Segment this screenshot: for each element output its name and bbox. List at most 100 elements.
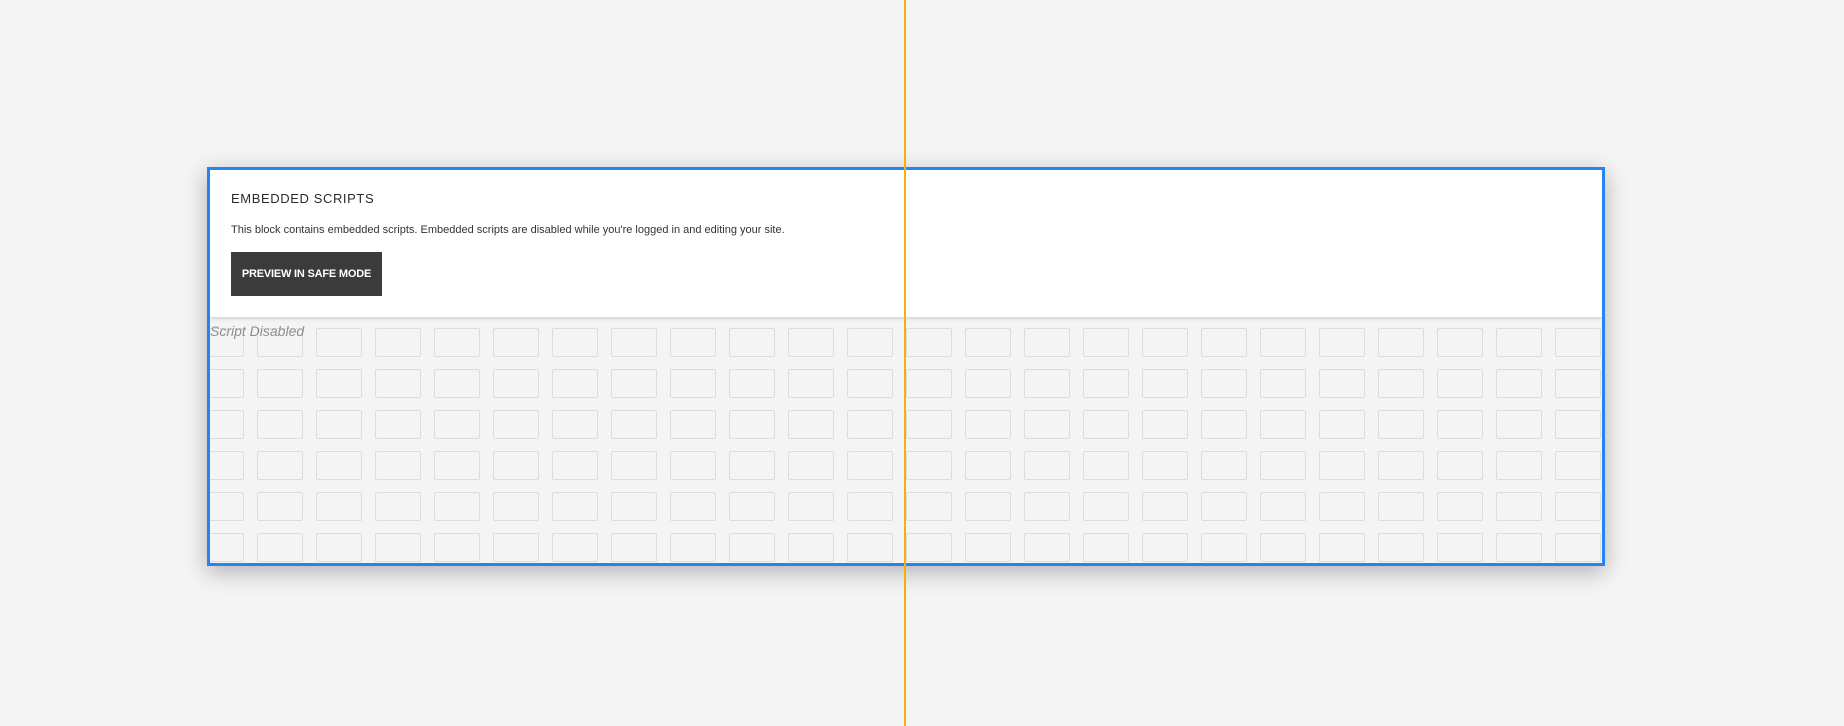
placeholder-tile — [1142, 328, 1188, 357]
placeholder-tile — [316, 328, 362, 357]
placeholder-tile — [1496, 451, 1542, 480]
placeholder-tile — [847, 410, 893, 439]
placeholder-tile — [1378, 451, 1424, 480]
placeholder-tile — [965, 451, 1011, 480]
script-disabled-label: Script Disabled — [210, 323, 305, 339]
placeholder-tile — [965, 410, 1011, 439]
placeholder-tile — [1378, 328, 1424, 357]
placeholder-tile — [210, 451, 244, 480]
placeholder-tile — [965, 533, 1011, 562]
placeholder-tile — [729, 451, 775, 480]
placeholder-tile — [906, 369, 952, 398]
placeholder-tile — [1319, 533, 1365, 562]
placeholder-tile — [1142, 369, 1188, 398]
placeholder-tile — [1378, 410, 1424, 439]
placeholder-tile — [552, 410, 598, 439]
placeholder-tile — [552, 369, 598, 398]
placeholder-tile — [965, 492, 1011, 521]
placeholder-tile — [1083, 492, 1129, 521]
placeholder-tile — [375, 451, 421, 480]
placeholder-tile — [1201, 410, 1247, 439]
placeholder-tile — [493, 410, 539, 439]
placeholder-tile — [788, 533, 834, 562]
placeholder-tile — [316, 492, 362, 521]
placeholder-tile — [1201, 328, 1247, 357]
placeholder-tile — [670, 410, 716, 439]
placeholder-tile — [375, 533, 421, 562]
placeholder-tile — [1083, 410, 1129, 439]
placeholder-tile — [1437, 410, 1483, 439]
placeholder-tile — [1437, 492, 1483, 521]
placeholder-tile — [906, 328, 952, 357]
placeholder-tile — [1260, 328, 1306, 357]
placeholder-tile — [1142, 492, 1188, 521]
placeholder-tile — [670, 533, 716, 562]
placeholder-tile — [493, 492, 539, 521]
placeholder-tile — [1142, 533, 1188, 562]
script-placeholder-grid — [210, 317, 1602, 563]
placeholder-tile — [611, 533, 657, 562]
placeholder-tile — [1437, 533, 1483, 562]
placeholder-tile — [611, 451, 657, 480]
placeholder-tile — [257, 451, 303, 480]
placeholder-tile — [965, 328, 1011, 357]
placeholder-tile — [788, 369, 834, 398]
placeholder-tile — [1201, 492, 1247, 521]
placeholder-tile — [257, 410, 303, 439]
placeholder-tile — [257, 369, 303, 398]
placeholder-tile — [1319, 328, 1365, 357]
placeholder-tile — [1555, 410, 1601, 439]
placeholder-tile — [788, 410, 834, 439]
embedded-scripts-notice: EMBEDDED SCRIPTS This block contains emb… — [210, 170, 1602, 317]
placeholder-tile — [1142, 410, 1188, 439]
placeholder-tile — [1437, 328, 1483, 357]
placeholder-tile — [552, 328, 598, 357]
placeholder-tile — [670, 451, 716, 480]
placeholder-tile — [1024, 410, 1070, 439]
placeholder-tile — [493, 451, 539, 480]
placeholder-tile — [1260, 533, 1306, 562]
placeholder-tile — [1260, 451, 1306, 480]
placeholder-tile — [1024, 533, 1070, 562]
placeholder-tile — [1496, 410, 1542, 439]
placeholder-tile — [847, 492, 893, 521]
placeholder-tile — [493, 369, 539, 398]
placeholder-tile — [257, 492, 303, 521]
placeholder-tile — [434, 451, 480, 480]
placeholder-tile — [847, 451, 893, 480]
placeholder-tile — [316, 369, 362, 398]
placeholder-tile — [552, 492, 598, 521]
placeholder-tile — [1378, 533, 1424, 562]
placeholder-tile — [1319, 492, 1365, 521]
placeholder-tile — [375, 369, 421, 398]
placeholder-tile — [434, 410, 480, 439]
placeholder-tile — [375, 492, 421, 521]
placeholder-tile — [1024, 369, 1070, 398]
placeholder-tile — [847, 533, 893, 562]
preview-in-safe-mode-button[interactable]: PREVIEW IN SAFE MODE — [231, 252, 382, 296]
placeholder-tile — [670, 369, 716, 398]
placeholder-tile — [1496, 369, 1542, 398]
placeholder-tile — [670, 328, 716, 357]
placeholder-tile — [210, 410, 244, 439]
placeholder-tile — [611, 410, 657, 439]
placeholder-tile — [847, 328, 893, 357]
placeholder-tile — [729, 328, 775, 357]
placeholder-tile — [906, 410, 952, 439]
placeholder-tile — [1555, 328, 1601, 357]
notice-message: This block contains embedded scripts. Em… — [231, 224, 785, 236]
embedded-script-block[interactable]: EMBEDDED SCRIPTS This block contains emb… — [207, 167, 1605, 566]
notice-heading: EMBEDDED SCRIPTS — [231, 191, 375, 206]
placeholder-tile — [1496, 328, 1542, 357]
placeholder-tile — [1437, 369, 1483, 398]
placeholder-tile — [1083, 451, 1129, 480]
placeholder-tile — [670, 492, 716, 521]
placeholder-tile — [1378, 369, 1424, 398]
placeholder-tile — [1496, 492, 1542, 521]
placeholder-tile — [434, 369, 480, 398]
placeholder-tile — [375, 328, 421, 357]
placeholder-tile — [1437, 451, 1483, 480]
placeholder-tile — [1083, 533, 1129, 562]
placeholder-tile — [788, 492, 834, 521]
placeholder-tile — [1083, 328, 1129, 357]
